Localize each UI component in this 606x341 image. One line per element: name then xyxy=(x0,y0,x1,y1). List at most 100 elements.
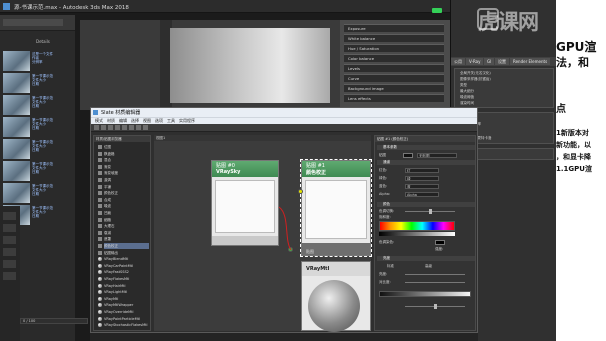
move-children-icon[interactable] xyxy=(122,125,127,130)
material-item[interactable]: VRayCarPaintMtl xyxy=(98,263,149,269)
tool-button[interactable] xyxy=(3,236,16,244)
rollout-label: Lens effects xyxy=(348,96,371,101)
map-item[interactable]: 渐变 xyxy=(98,164,149,170)
gamma-slider-knob[interactable] xyxy=(434,304,437,309)
delete-icon[interactable] xyxy=(115,125,120,130)
map-item[interactable]: 渐变坡度 xyxy=(98,170,149,176)
rollout-row[interactable]: Levels xyxy=(344,64,444,72)
map-item[interactable]: 细胞 xyxy=(98,217,149,223)
material-item[interactable]: VRayStochasticFlakesMtl xyxy=(98,322,149,328)
tab-render-elements[interactable]: Render Elements xyxy=(510,58,551,65)
map-item[interactable]: 颜色校正 xyxy=(98,243,149,249)
file-thumbnail[interactable]: 这是一个文件 作者 分辨率 xyxy=(3,51,73,71)
file-browser-path[interactable] xyxy=(3,19,63,26)
channel-dropdown[interactable]: 绿 xyxy=(405,176,439,181)
timeline[interactable]: 0 / 100 xyxy=(20,318,88,324)
map-item[interactable]: 棋盘格 xyxy=(98,151,149,157)
settings-line[interactable]: 图像采样器(抗锯齿) xyxy=(460,77,555,81)
hue-spectrum[interactable] xyxy=(379,221,455,231)
section-lightness[interactable]: 亮度 xyxy=(377,256,475,261)
file-thumbnail[interactable]: 第一节课示范 文件大小 日期 xyxy=(3,73,73,93)
map-button[interactable]: 无贴图 xyxy=(417,153,457,158)
map-item[interactable]: 凹痕 xyxy=(98,210,149,216)
brightness-slider[interactable] xyxy=(405,274,465,275)
map-item[interactable]: 合成 xyxy=(98,197,149,203)
browser-item-label: VRayMtl xyxy=(104,296,119,301)
tint-color-swatch[interactable] xyxy=(435,240,445,245)
thumbnail-info-line: 日期 xyxy=(32,192,39,196)
channel-dropdown[interactable]: Alpha xyxy=(405,192,439,197)
rollout-row[interactable]: Lens effects xyxy=(344,94,444,102)
tab-vray[interactable]: V-Ray xyxy=(466,58,484,65)
map-item[interactable]: 噪波 xyxy=(98,203,149,209)
tab-gi[interactable]: GI xyxy=(484,58,495,65)
file-thumbnail[interactable]: 第一节课示范 文件大小 日期 xyxy=(3,95,73,115)
tool-button[interactable] xyxy=(3,272,16,280)
file-thumbnail[interactable]: 第一节课示范 文件大小 日期 xyxy=(3,139,73,159)
node-vraymtl[interactable]: VRayMtl xyxy=(301,261,371,332)
pick-material-icon[interactable] xyxy=(101,125,106,130)
browser-item-label: VRayFastSSS2 xyxy=(104,270,129,275)
channel-dropdown[interactable]: 蓝 xyxy=(405,184,439,189)
map-item[interactable]: 平铺 xyxy=(98,184,149,190)
material-sphere-icon xyxy=(98,283,102,288)
material-item[interactable]: VRayHairMtl xyxy=(98,283,149,289)
thumbnail-info: 第一节课示范 文件大小 日期 xyxy=(32,184,53,196)
app-title: 源-书课示范.max - Autodesk 3ds Max 2018 xyxy=(14,5,129,11)
standard-radio[interactable]: 标准 xyxy=(387,263,407,269)
section-color[interactable]: 颜色 xyxy=(377,202,475,207)
tab-settings[interactable]: 设置 xyxy=(495,58,509,65)
background-icon[interactable] xyxy=(143,125,148,130)
rollout-row[interactable]: Color balance xyxy=(344,54,444,62)
file-thumbnail[interactable]: 第一节课示范 文件大小 日期 xyxy=(3,117,73,137)
assign-material-icon[interactable] xyxy=(108,125,113,130)
layout-icon[interactable] xyxy=(129,125,134,130)
show-map-icon[interactable] xyxy=(136,125,141,130)
material-item[interactable]: VRayMtlWrapper xyxy=(98,302,149,308)
rollout-label: Background image xyxy=(348,86,384,91)
rollout-row[interactable]: Curve xyxy=(344,74,444,82)
tool-button[interactable] xyxy=(3,224,16,232)
material-item[interactable]: VRayFlakesMtl xyxy=(98,276,149,282)
contrast-slider[interactable] xyxy=(405,282,465,283)
tool-button[interactable] xyxy=(3,212,16,220)
tool-button[interactable] xyxy=(3,260,16,268)
section-basic[interactable]: 基本参数 xyxy=(377,145,475,150)
file-thumbnail[interactable]: 第一节课示范 文件大小 日期 xyxy=(3,183,73,203)
map-item[interactable]: 混合 xyxy=(98,157,149,163)
browser-item-label: 颜色校正 xyxy=(104,191,118,196)
map-item[interactable]: 漩涡 xyxy=(98,177,149,183)
map-item[interactable]: 颜色校正 xyxy=(98,190,149,196)
section-channels[interactable]: 通道 xyxy=(377,160,475,165)
rollout-row[interactable]: Exposure xyxy=(344,24,444,32)
rollout-row[interactable]: Background image xyxy=(344,84,444,92)
thumbnail-image xyxy=(3,51,30,71)
material-item[interactable]: VRayPointParticleMtl xyxy=(98,316,149,322)
material-item[interactable]: VRayOverrideMtl xyxy=(98,309,149,315)
thumbnail-image xyxy=(3,161,30,181)
map-color-swatch[interactable] xyxy=(403,153,413,158)
tutorial-line-6: ，和显卡降 xyxy=(556,153,591,161)
rollout-row[interactable]: Hue / Saturation xyxy=(344,44,444,52)
browser-item-label: VRayStochasticFlakesMtl xyxy=(104,323,148,328)
file-thumbnail[interactable]: 第一节课示范 文件大小 日期 xyxy=(3,161,73,181)
tool-button[interactable] xyxy=(3,248,16,256)
map-swatch-icon xyxy=(98,250,102,255)
map-item[interactable]: 贴图输出 xyxy=(98,250,149,256)
map-item[interactable]: 大理石 xyxy=(98,223,149,229)
advanced-radio[interactable]: 高级 xyxy=(425,263,445,269)
map-item[interactable]: 位图 xyxy=(98,144,149,150)
node-view[interactable]: 视图1 贴图 #0 VRaySky 贴图 #1 颜色校正 贴图 VRayMtl xyxy=(154,135,372,332)
rollout-row[interactable]: White balance xyxy=(344,34,444,42)
material-item[interactable]: VRayBlendMtl xyxy=(98,256,149,262)
map-item[interactable]: 衰减 xyxy=(98,230,149,236)
settings-line[interactable]: 全局开关(无名汉化) xyxy=(460,71,555,75)
select-tool-icon[interactable] xyxy=(94,125,99,130)
material-sphere-icon xyxy=(98,290,102,295)
material-item[interactable]: VRayLightMtl xyxy=(98,289,149,295)
material-item[interactable]: VRayFastSSS2 xyxy=(98,269,149,275)
material-item[interactable]: VRayMtl xyxy=(98,296,149,302)
map-item[interactable]: 遮罩 xyxy=(98,236,149,242)
tab-common[interactable]: 公用 xyxy=(451,58,465,65)
channel-dropdown[interactable]: 红 xyxy=(405,168,439,173)
